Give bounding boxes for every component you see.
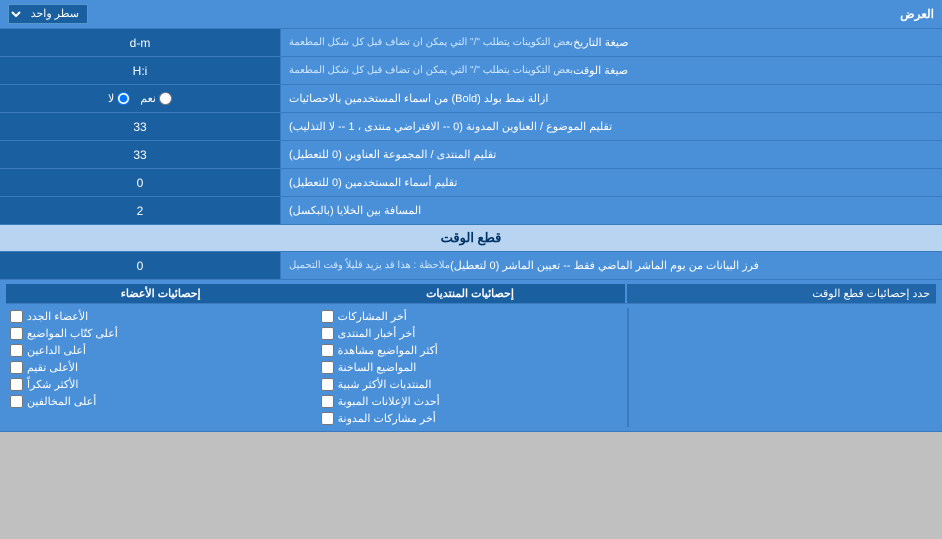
cb-similar-forums-input[interactable] xyxy=(321,378,334,391)
cutoff-value-input-cell xyxy=(0,252,280,279)
forum-trim-input-cell xyxy=(0,141,280,168)
stats-header-label: حدد إحصائيات قطع الوقت xyxy=(627,284,936,303)
cb-top-rated-input[interactable] xyxy=(10,361,23,374)
cell-spacing-input[interactable] xyxy=(80,204,200,218)
cb-classified-ads: أحدث الإعلانات المبوبة xyxy=(317,393,624,410)
cb-new-members-input[interactable] xyxy=(10,310,23,323)
cutoff-section-header: قطع الوقت xyxy=(0,225,942,252)
cb-top-inviters-input[interactable] xyxy=(10,344,23,357)
bold-radio-group: نعم لا xyxy=(108,92,172,105)
top-row: العرض سطر واحد سطرين ثلاثة أسطر xyxy=(0,0,942,29)
cb-top-rated: الأعلى تقيم xyxy=(6,359,313,376)
cell-spacing-row: المسافة بين الخلايا (بالبكسل) xyxy=(0,197,942,225)
cell-spacing-label: المسافة بين الخلايا (بالبكسل) xyxy=(280,197,942,224)
cb-most-thanked-input[interactable] xyxy=(10,378,23,391)
col2-header: إحصائيات المنتديات xyxy=(315,284,626,303)
col1-empty xyxy=(629,308,936,427)
forum-trim-row: تقليم المنتدى / المجموعة العناوين (0 للت… xyxy=(0,141,942,169)
bold-yes-label[interactable]: نعم xyxy=(140,92,172,105)
cutoff-value-row: فرز البيانات من يوم الماشر الماضي فقط --… xyxy=(0,252,942,280)
cb-most-viewed-input[interactable] xyxy=(321,344,334,357)
cb-blog-posts-input[interactable] xyxy=(321,412,334,425)
forum-trim-label: تقليم المنتدى / المجموعة العناوين (0 للت… xyxy=(280,141,942,168)
bold-remove-row: ازالة نمط بولد (Bold) من اسماء المستخدمي… xyxy=(0,85,942,113)
cb-classified-ads-input[interactable] xyxy=(321,395,334,408)
bold-no-radio[interactable] xyxy=(117,92,130,105)
cb-most-thanked: الأكثر شكراً xyxy=(6,376,313,393)
cb-top-violators: أعلى المخالفين xyxy=(6,393,313,410)
bold-yes-radio[interactable] xyxy=(159,92,172,105)
date-format-label: صيغة التاريخ بعض التكوينات يتطلب "/" الت… xyxy=(280,29,942,56)
cb-hot-topics: المواضيع الساخنة xyxy=(317,359,624,376)
cutoff-value-input[interactable] xyxy=(80,259,200,273)
date-format-input[interactable] xyxy=(80,36,200,50)
topics-trim-input-cell xyxy=(0,113,280,140)
cb-last-posts: أخر المشاركات xyxy=(317,308,624,325)
topics-trim-row: تقليم الموضوع / العناوين المدونة (0 -- ا… xyxy=(0,113,942,141)
cb-top-writers: أعلى كتّاب المواضيع xyxy=(6,325,313,342)
bold-no-label[interactable]: لا xyxy=(108,92,130,105)
bold-remove-label: ازالة نمط بولد (Bold) من اسماء المستخدمي… xyxy=(280,85,942,112)
cb-similar-forums: المنتديات الأكثر شبية xyxy=(317,376,624,393)
cb-forum-news-input[interactable] xyxy=(321,327,334,340)
cb-hot-topics-input[interactable] xyxy=(321,361,334,374)
time-format-label: صيغة الوقت بعض التكوينات يتطلب "/" التي … xyxy=(280,57,942,84)
main-container: العرض سطر واحد سطرين ثلاثة أسطر صيغة الت… xyxy=(0,0,942,432)
stats-header-row: حدد إحصائيات قطع الوقت إحصائيات المنتديا… xyxy=(6,284,936,304)
col3-header: إحصائيات الأعضاء xyxy=(6,284,315,303)
time-format-input[interactable] xyxy=(80,64,200,78)
col2-checkboxes: أخر المشاركات أخر أخبار المنتدى أكثر الم… xyxy=(317,308,630,427)
time-format-input-cell xyxy=(0,57,280,84)
checkboxes-grid: أخر المشاركات أخر أخبار المنتدى أكثر الم… xyxy=(6,308,936,427)
date-format-row: صيغة التاريخ بعض التكوينات يتطلب "/" الت… xyxy=(0,29,942,57)
cb-new-members: الأعضاء الجدد xyxy=(6,308,313,325)
cb-top-writers-input[interactable] xyxy=(10,327,23,340)
cb-most-viewed: أكثر المواضيع مشاهدة xyxy=(317,342,624,359)
topics-trim-input[interactable] xyxy=(80,120,200,134)
users-trim-label: تقليم أسماء المستخدمين (0 للتعطيل) xyxy=(280,169,942,196)
cb-blog-posts: أخر مشاركات المدونة xyxy=(317,410,624,427)
cutoff-value-label: فرز البيانات من يوم الماشر الماضي فقط --… xyxy=(280,252,942,279)
cell-spacing-input-cell xyxy=(0,197,280,224)
users-trim-input[interactable] xyxy=(80,176,200,190)
users-trim-row: تقليم أسماء المستخدمين (0 للتعطيل) xyxy=(0,169,942,197)
cb-top-inviters: أعلى الداعين xyxy=(6,342,313,359)
topics-trim-label: تقليم الموضوع / العناوين المدونة (0 -- ا… xyxy=(280,113,942,140)
display-select[interactable]: سطر واحد سطرين ثلاثة أسطر xyxy=(8,4,88,24)
cb-last-posts-input[interactable] xyxy=(321,310,334,323)
date-format-input-cell xyxy=(0,29,280,56)
users-trim-input-cell xyxy=(0,169,280,196)
forum-trim-input[interactable] xyxy=(80,148,200,162)
time-format-row: صيغة الوقت بعض التكوينات يتطلب "/" التي … xyxy=(0,57,942,85)
cb-forum-news: أخر أخبار المنتدى xyxy=(317,325,624,342)
cb-top-violators-input[interactable] xyxy=(10,395,23,408)
top-label: العرض xyxy=(900,7,934,21)
col3-checkboxes: الأعضاء الجدد أعلى كتّاب المواضيع أعلى ا… xyxy=(6,308,317,427)
stats-section: حدد إحصائيات قطع الوقت إحصائيات المنتديا… xyxy=(0,280,942,432)
bold-remove-input-cell: نعم لا xyxy=(0,85,280,112)
